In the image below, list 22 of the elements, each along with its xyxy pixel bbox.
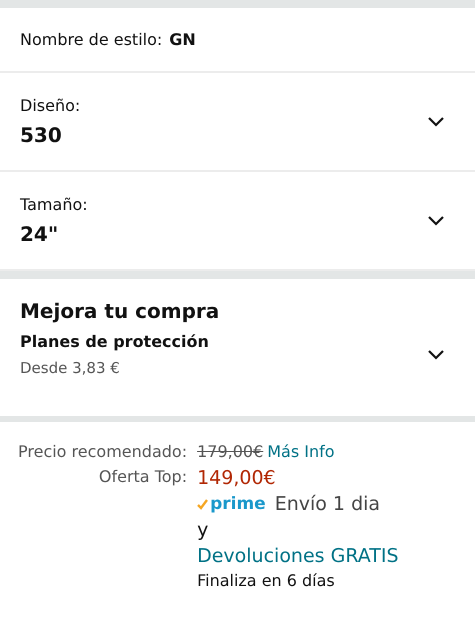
selector-value: 24" (20, 222, 60, 246)
deal-price-label: Oferta Top: (98, 467, 188, 488)
section-title: Mejora tu compra (20, 299, 220, 323)
plan-price: Desde 3,83 € (20, 359, 121, 377)
conjunction-text: y (197, 519, 210, 541)
deal-ends-text: Finaliza en 6 días (197, 571, 336, 590)
style-name-label: Nombre de estilo: (20, 30, 162, 49)
delivery-text: Envío 1 dia (274, 493, 380, 515)
selector-value: 530 (20, 123, 63, 147)
plan-name: Planes de protección (20, 332, 209, 351)
free-returns-link[interactable]: Devoluciones GRATIS (197, 545, 475, 567)
check-icon (197, 498, 208, 510)
style-name-value: GN (169, 30, 196, 49)
list-price-label: Precio recomendado: (18, 442, 188, 461)
selector-label: Tamaño: (20, 195, 88, 214)
dropdown-selector[interactable]: Diseño: 530 (0, 73, 475, 172)
protection-plan-selector[interactable]: Planes de protección Desde 3,83 € (20, 332, 445, 377)
list-price: 179,00€ (197, 442, 264, 461)
prime-logo: prime (210, 494, 266, 514)
deal-price: 149,00€ (197, 467, 277, 489)
selector-label: Diseño: (20, 96, 80, 115)
more-info-link[interactable]: Más Info (267, 442, 335, 461)
